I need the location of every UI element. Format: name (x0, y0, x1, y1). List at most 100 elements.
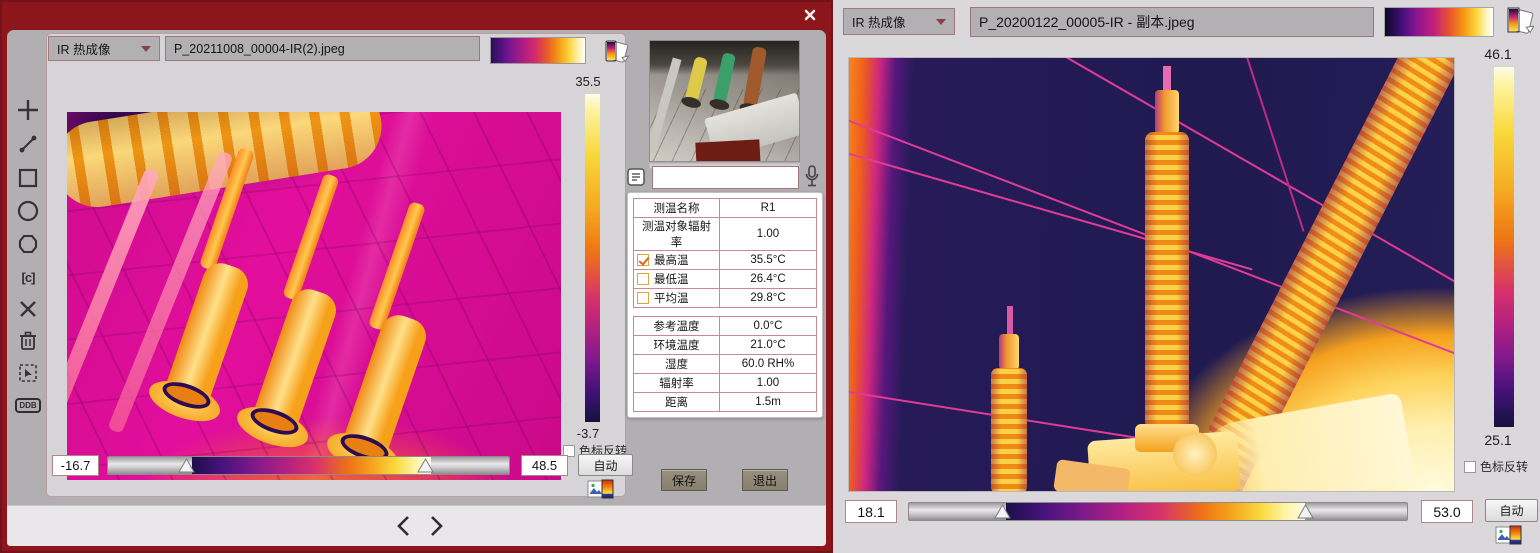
note-icon[interactable] (626, 167, 646, 192)
row-label: 最低温 (654, 271, 689, 287)
image-palette-icon[interactable] (587, 479, 614, 505)
row-value: 35.5°C (720, 251, 817, 270)
palette-picker-icon[interactable] (1504, 4, 1534, 45)
table-row: 环境温度21.0°C (634, 336, 817, 355)
prev-image-icon[interactable] (390, 512, 416, 540)
palette-gradient-bar[interactable] (1384, 7, 1494, 37)
scale-max-label: 35.5 (565, 74, 611, 89)
table-row: 最低温 26.4°C (634, 270, 817, 289)
capture-area-tool-icon[interactable]: [c] (13, 263, 43, 291)
bottom-strip (7, 505, 826, 546)
table-row: 参考温度0.0°C (634, 317, 817, 336)
row-value: 29.8°C (720, 289, 817, 308)
row-label: 测温对象辐射率 (634, 218, 720, 251)
annotation-input[interactable] (652, 166, 799, 189)
max-temp-checkbox[interactable] (637, 254, 649, 266)
avg-temp-checkbox[interactable] (637, 292, 649, 304)
close-icon[interactable] (801, 7, 819, 23)
table-row: 测温名称R1 (634, 199, 817, 218)
insulator-tall (1107, 66, 1227, 486)
range-max-input[interactable] (521, 455, 568, 476)
row-value: 1.5m (720, 393, 817, 412)
microphone-icon[interactable] (803, 164, 821, 195)
color-scale-bar (1494, 67, 1514, 427)
mode-dropdown-value: IR 热成像 (57, 39, 110, 58)
ddb-tool-icon[interactable]: DDB (13, 391, 43, 419)
capture-tool-label: [c] (22, 270, 35, 285)
measurement-table: 测温名称R1 测温对象辐射率1.00 最高温 35.5°C 最低温 26.4°C 平… (633, 198, 817, 308)
level-span-slider[interactable] (908, 502, 1408, 521)
table-row: 辐射率1.00 (634, 374, 817, 393)
row-label: 湿度 (634, 355, 720, 374)
select-region-tool-icon[interactable] (13, 359, 43, 387)
exit-button[interactable]: 退出 (742, 469, 788, 491)
slider-low-handle[interactable] (178, 458, 195, 473)
scale-min-label: -3.7 (565, 426, 611, 441)
mode-dropdown[interactable]: IR 热成像 (843, 8, 955, 35)
slider-low-handle[interactable] (994, 504, 1011, 519)
palette-gradient-bar[interactable] (490, 37, 586, 64)
row-value: 26.4°C (720, 270, 817, 289)
trash-icon[interactable] (13, 327, 43, 355)
chevron-down-icon (936, 19, 946, 25)
row-label: 辐射率 (634, 374, 720, 393)
visible-light-thumbnail[interactable] (649, 40, 800, 162)
slider-gradient-fill (1006, 503, 1305, 520)
invert-checkbox[interactable] (1464, 461, 1476, 473)
slider-gradient-fill (192, 457, 431, 474)
mode-dropdown[interactable]: IR 热成像 (48, 36, 160, 61)
image-palette-icon[interactable] (1495, 525, 1522, 551)
circle-tool-icon[interactable] (13, 197, 43, 225)
row-value: 0.0°C (720, 317, 817, 336)
thermal-image[interactable] (67, 112, 561, 480)
row-label: 环境温度 (634, 336, 720, 355)
line-tool-icon[interactable] (13, 130, 43, 158)
save-button[interactable]: 保存 (661, 469, 707, 491)
scale-max-label: 46.1 (1474, 46, 1522, 62)
auto-range-button[interactable]: 自动 (578, 454, 633, 476)
row-value: 60.0 RH% (720, 355, 817, 374)
filename-field[interactable]: P_20211008_00004-IR(2).jpeg (165, 36, 480, 61)
invert-label: 色标反转 (1480, 458, 1528, 475)
row-label: 最高温 (654, 252, 689, 268)
filename-text: P_20211008_00004-IR(2).jpeg (174, 42, 345, 56)
insulator-joint (1173, 432, 1217, 476)
environment-table: 参考温度0.0°C 环境温度21.0°C 湿度60.0 RH% 辐射率1.00 … (633, 316, 817, 412)
slider-high-handle[interactable] (417, 458, 434, 473)
palette-picker-icon[interactable] (602, 38, 630, 73)
slider-high-handle[interactable] (1297, 504, 1314, 519)
invert-palette-toggle[interactable]: 色标反转 (1464, 458, 1528, 475)
color-scale-bar (585, 94, 600, 422)
thermal-editor-window: [c] DDB IR 热成像 P_20211008_00004-IR(2).jp… (0, 0, 833, 553)
range-min-input[interactable] (52, 455, 99, 476)
row-value: 1.00 (720, 218, 817, 251)
ddb-tool-label: DDB (15, 398, 40, 413)
thermal-image[interactable] (848, 57, 1455, 492)
chevron-down-icon (141, 46, 151, 52)
polygon-tool-icon[interactable] (13, 230, 43, 258)
min-temp-checkbox[interactable] (637, 273, 649, 285)
row-label: 平均温 (654, 290, 689, 306)
row-value: R1 (720, 199, 817, 218)
table-row: 平均温 29.8°C (634, 289, 817, 308)
level-span-slider[interactable] (107, 456, 510, 475)
row-label: 参考温度 (634, 317, 720, 336)
scale-min-label: 25.1 (1474, 432, 1522, 448)
rectangle-tool-icon[interactable] (13, 164, 43, 192)
mode-dropdown-value: IR 热成像 (852, 12, 905, 31)
table-row: 湿度60.0 RH% (634, 355, 817, 374)
next-image-icon[interactable] (424, 512, 450, 540)
insulator-cap (999, 334, 1019, 370)
insulator-body (1145, 132, 1189, 430)
range-min-input[interactable] (845, 500, 897, 523)
insulator-small (967, 306, 1057, 492)
point-tool-icon[interactable] (13, 96, 43, 124)
filename-text: P_20200122_00005-IR - 副本.jpeg (979, 12, 1195, 32)
table-row: 测温对象辐射率1.00 (634, 218, 817, 251)
filename-field[interactable]: P_20200122_00005-IR - 副本.jpeg (970, 7, 1374, 37)
insulator-body (991, 368, 1027, 492)
delete-shape-tool-icon[interactable] (13, 295, 43, 323)
photo-red-base (695, 139, 760, 162)
auto-range-button[interactable]: 自动 (1485, 499, 1538, 522)
range-max-input[interactable] (1421, 500, 1473, 523)
